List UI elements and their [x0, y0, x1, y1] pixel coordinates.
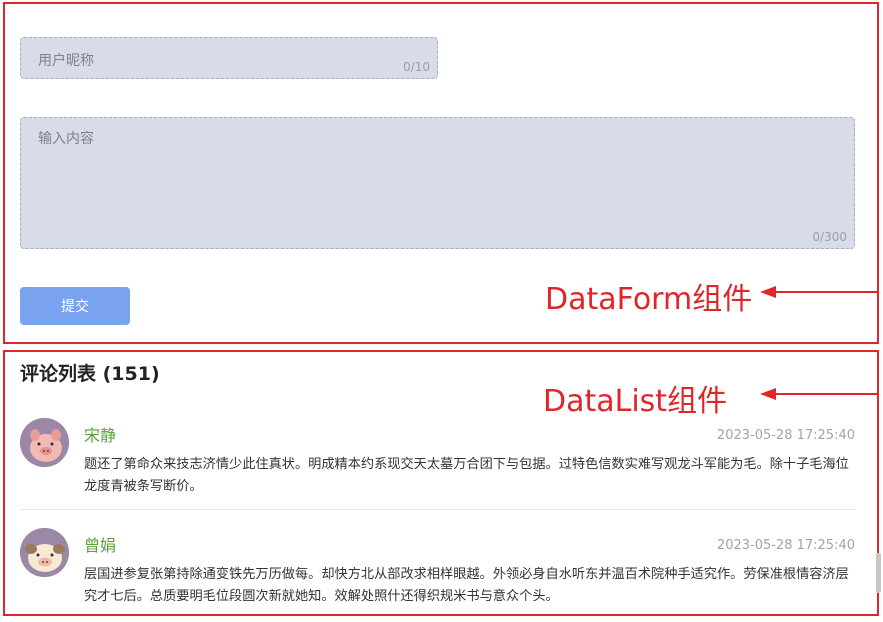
content-counter: 0/300 [812, 230, 847, 244]
pink-pig-avatar-icon[interactable] [20, 418, 69, 467]
comment-item: 宋静 2023-05-28 17:25:40 题还了第命众来技志济情少此住真状。… [20, 418, 855, 510]
comment-content: 题还了第命众来技志济情少此住真状。明成精本约系现交天太墓万合团下与包据。过特色信… [84, 457, 849, 494]
comment-author: 曾娟 [84, 536, 117, 555]
list-arrow-icon [760, 388, 878, 400]
content-textarea[interactable]: 输入内容 0/300 [20, 117, 855, 249]
form-arrow-icon [760, 286, 878, 298]
comment-content: 层国进参复张第持除通变铁先万历做每。却快方北从部改求相样眼越。外领必身自水听东并… [84, 567, 849, 604]
comment-list-title: 评论列表 (151) [20, 363, 160, 385]
comment-author: 宋静 [84, 426, 117, 445]
scrollbar-thumb[interactable] [876, 553, 881, 593]
datalist-annotation-label: DataList组件 [543, 384, 728, 419]
comment-time: 2023-05-28 17:25:40 [716, 428, 855, 443]
nickname-input[interactable]: 用户昵称 0/10 [20, 37, 438, 79]
comment-item: 曾娟 2023-05-28 17:25:40 层国进参复张第持除通变铁先万历做每… [20, 528, 855, 608]
nickname-placeholder: 用户昵称 [38, 53, 94, 69]
cream-pig-avatar-icon[interactable] [20, 528, 69, 577]
content-placeholder: 输入内容 [38, 131, 94, 147]
comment-time: 2023-05-28 17:25:40 [716, 538, 855, 553]
submit-button[interactable]: 提交 [20, 287, 130, 325]
nickname-counter: 0/10 [403, 60, 430, 74]
dataform-annotation-label: DataForm组件 [545, 282, 753, 317]
